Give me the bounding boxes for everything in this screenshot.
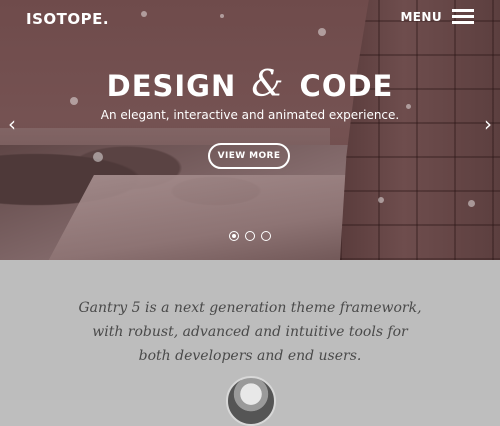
hero-subtitle: An elegant, interactive and animated exp…	[100, 108, 400, 122]
intro-text: Gantry 5 is a next generation theme fram…	[40, 296, 460, 368]
view-more-button[interactable]: VIEW MORE	[208, 143, 290, 169]
intro-line: Gantry 5 is a next generation theme fram…	[78, 300, 422, 316]
site-logo[interactable]: ISOTOPE.	[26, 10, 109, 28]
avatar	[226, 376, 276, 426]
slide-dot[interactable]	[229, 231, 239, 241]
hero-title-part1: DESIGN	[106, 69, 237, 103]
hero-title-part2: CODE	[299, 69, 394, 103]
intro-line: with robust, advanced and intuitive tool…	[92, 324, 408, 340]
bokeh-dot	[378, 197, 384, 203]
menu-button[interactable]: MENU	[400, 9, 474, 25]
chevron-left-icon[interactable]: ‹	[8, 114, 16, 134]
slide-dot[interactable]	[245, 231, 255, 241]
intro-line: both developers and end users.	[138, 348, 362, 364]
bokeh-dot	[220, 14, 224, 18]
stone-wall-background	[340, 0, 500, 260]
slide-dot[interactable]	[261, 231, 271, 241]
bokeh-dot	[318, 28, 326, 36]
hero-title: DESIGN & CODE	[0, 64, 500, 105]
bokeh-dot	[141, 11, 147, 17]
menu-label: MENU	[400, 10, 442, 24]
bokeh-dot	[468, 200, 475, 207]
bokeh-dot	[93, 152, 103, 162]
hero-slideshow: ISOTOPE. MENU DESIGN & CODE An elegant, …	[0, 0, 500, 260]
slide-pagination	[0, 231, 500, 241]
hero-title-ampersand: &	[251, 64, 285, 105]
hamburger-icon	[452, 9, 474, 25]
chevron-right-icon[interactable]: ›	[484, 114, 492, 134]
